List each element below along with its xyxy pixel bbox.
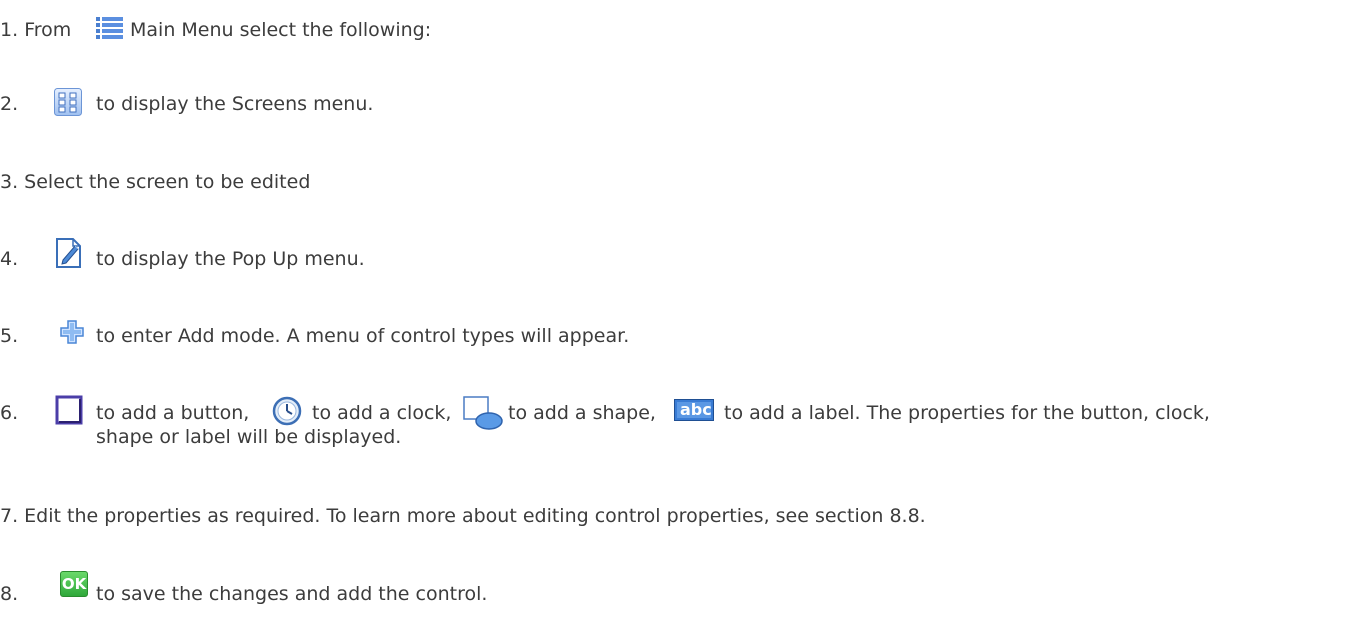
- step-3-text: 3. Select the screen to be edited: [0, 171, 311, 193]
- edit-icon: [56, 238, 81, 268]
- ok-icon: OK: [60, 571, 88, 597]
- step-7-text: 7. Edit the properties as required. To l…: [0, 505, 926, 527]
- step-6-number: 6.: [0, 402, 19, 424]
- step-6-line-2: shape or label will be displayed.: [96, 426, 402, 448]
- step-1-pre: From: [24, 19, 72, 41]
- step-8-number: 8.: [0, 583, 19, 605]
- step-6-seg-label: to add a label. The properties for the b…: [724, 402, 1210, 424]
- screens-icon: [54, 88, 82, 116]
- ok-icon-text: OK: [61, 575, 87, 593]
- step-1-text: Main Menu select the following:: [130, 19, 432, 41]
- step-6-seg-button: to add a button,: [96, 402, 250, 424]
- button-icon: [55, 395, 83, 425]
- step-5-number: 5.: [0, 325, 19, 347]
- step-4-text: to display the Pop Up menu.: [96, 248, 365, 270]
- add-icon: [60, 320, 84, 344]
- step-1: 1. From: [0, 18, 71, 42]
- clock-icon: [272, 396, 302, 426]
- step-4-number: 4.: [0, 248, 19, 270]
- step-2-number: 2.: [0, 93, 19, 115]
- shape-icon: [463, 396, 503, 430]
- step-1-number: 1.: [0, 19, 19, 41]
- main-menu-icon: [96, 17, 123, 39]
- step-2-text: to display the Screens menu.: [96, 93, 374, 115]
- step-6-seg-clock: to add a clock,: [312, 402, 452, 424]
- step-5-text: to enter Add mode. A menu of control typ…: [96, 325, 630, 347]
- step-6-seg-shape: to add a shape,: [508, 402, 656, 424]
- step-8-text: to save the changes and add the control.: [96, 583, 488, 605]
- label-icon-text: abc: [680, 400, 712, 419]
